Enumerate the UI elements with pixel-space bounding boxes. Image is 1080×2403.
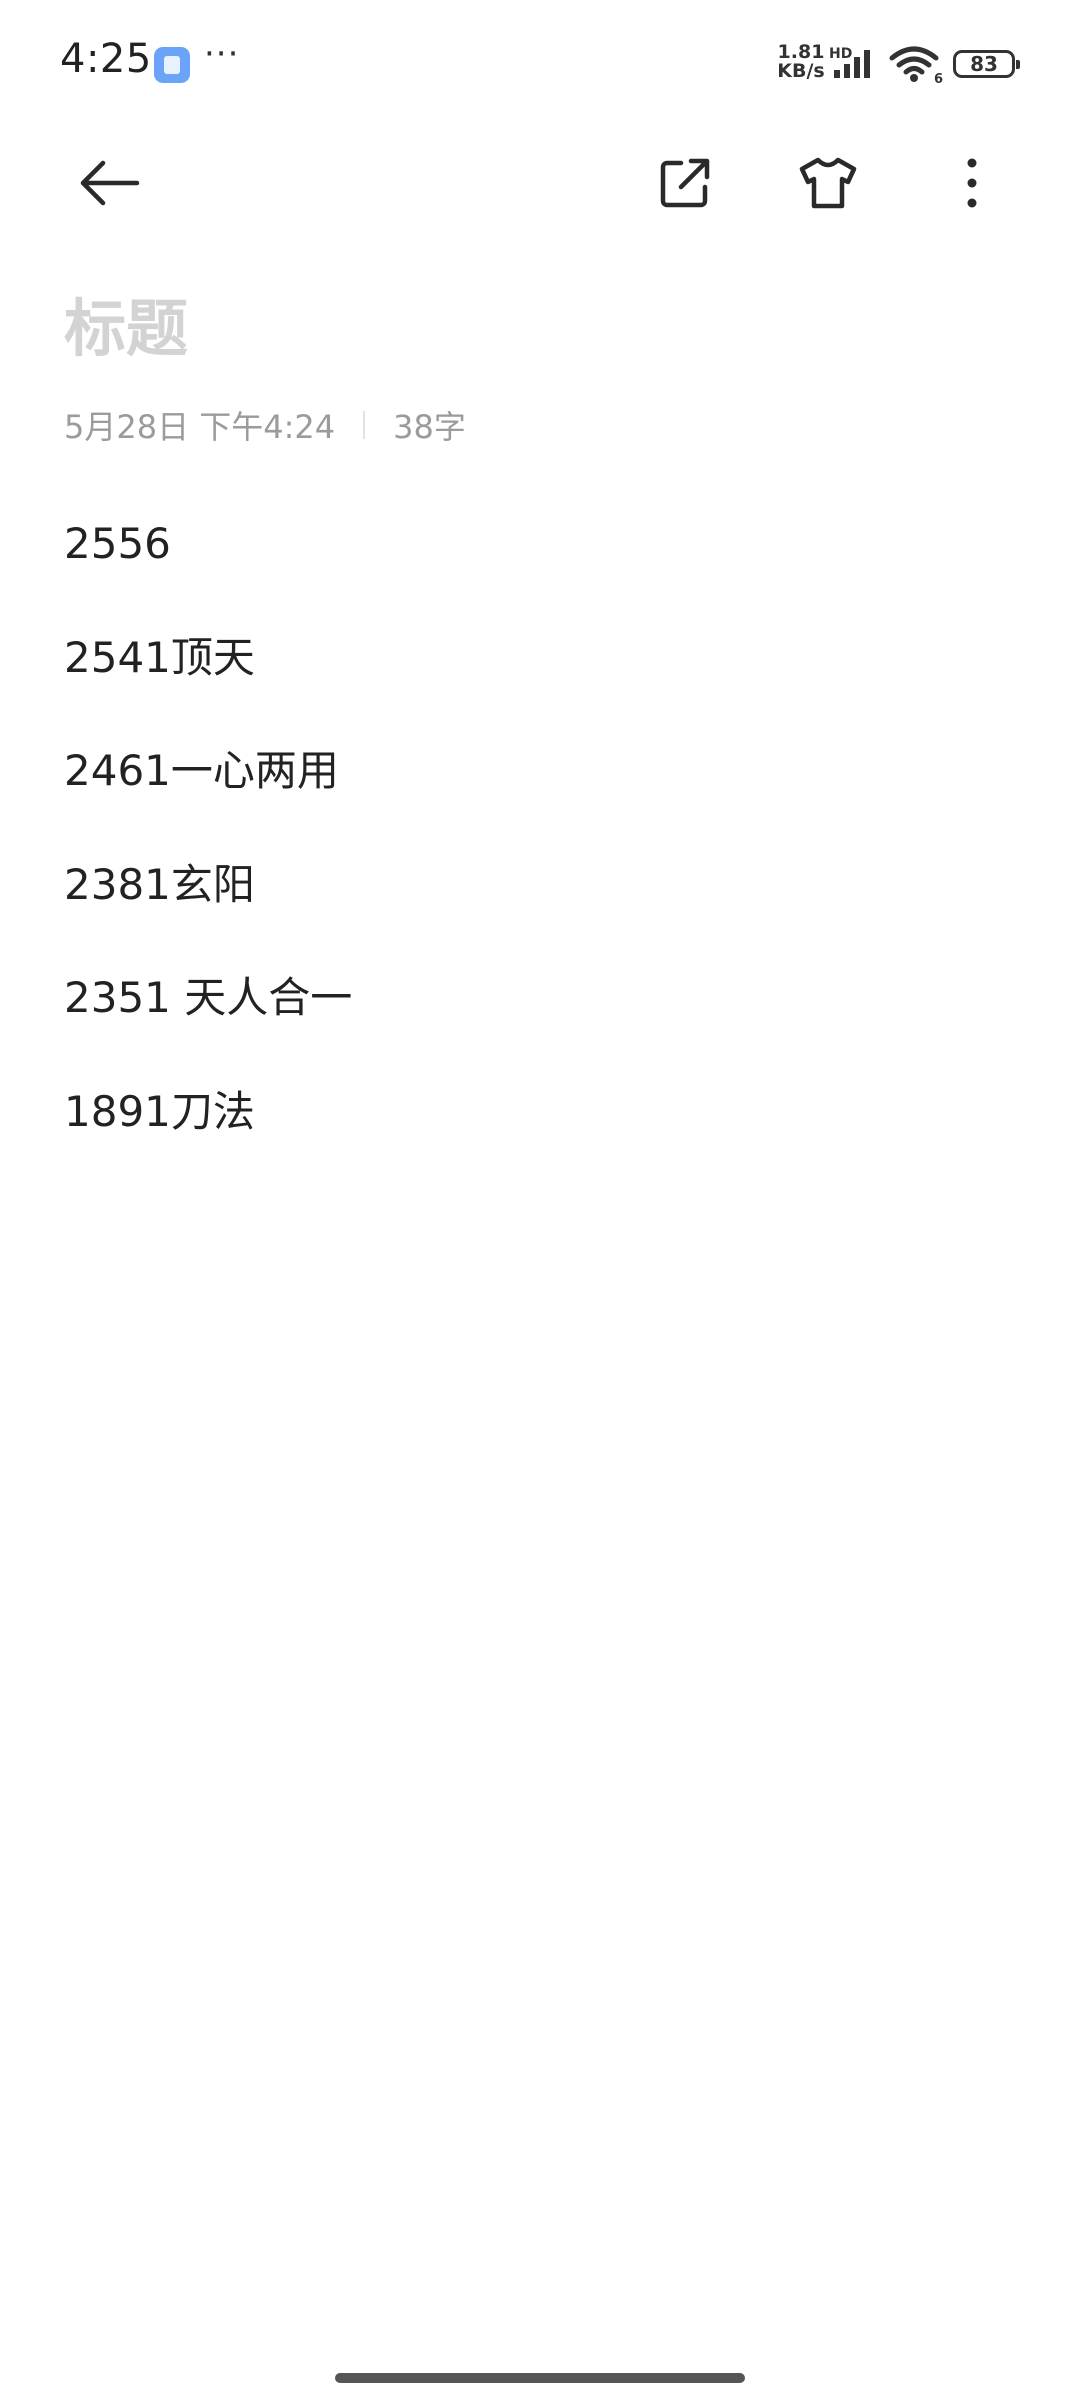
status-time: 4:25	[60, 36, 152, 82]
more-vertical-icon	[967, 158, 977, 208]
wifi-6-label: 6	[934, 72, 943, 84]
note-word-count: 38字	[393, 408, 466, 446]
share-button[interactable]	[640, 138, 730, 228]
wifi-icon: 6	[889, 46, 943, 84]
note-toolbar	[0, 128, 1080, 238]
tshirt-icon	[799, 157, 857, 209]
note-line[interactable]: 2351 天人合一	[64, 964, 1014, 1078]
status-bar: 4:25 ··· 1.81 KB/s HD 6 83	[0, 0, 1080, 128]
back-arrow-icon	[80, 160, 140, 206]
note-line[interactable]: 2461一心两用	[64, 737, 1014, 851]
battery-indicator: 83	[953, 50, 1020, 78]
battery-level: 83	[970, 52, 998, 76]
meta-divider	[363, 411, 366, 439]
share-external-icon	[660, 158, 710, 208]
note-body-editor[interactable]: 2556 2541顶天 2461一心两用 2381玄阳 2351 天人合一 18…	[64, 510, 1014, 1191]
cellular-signal-icon	[834, 50, 870, 78]
more-options-button[interactable]	[927, 138, 1017, 228]
note-meta: 5月28日 下午4:24 38字	[64, 402, 466, 448]
note-date: 5月28日 下午4:24	[64, 408, 336, 446]
note-line[interactable]: 1891刀法	[64, 1078, 1014, 1192]
back-button[interactable]	[64, 138, 154, 228]
note-line[interactable]: 2541顶天	[64, 624, 1014, 738]
network-speed-unit: KB/s	[777, 60, 825, 82]
home-gesture-bar[interactable]	[335, 2373, 745, 2383]
theme-button[interactable]	[783, 138, 873, 228]
network-speed: 1.81 KB/s	[776, 43, 826, 81]
note-line[interactable]: 2381玄阳	[64, 851, 1014, 965]
more-notifications-indicator: ···	[204, 34, 240, 74]
notes-app-notification-icon	[154, 47, 190, 83]
note-line[interactable]: 2556	[64, 510, 1014, 624]
note-title-input[interactable]: 标题	[64, 278, 188, 368]
